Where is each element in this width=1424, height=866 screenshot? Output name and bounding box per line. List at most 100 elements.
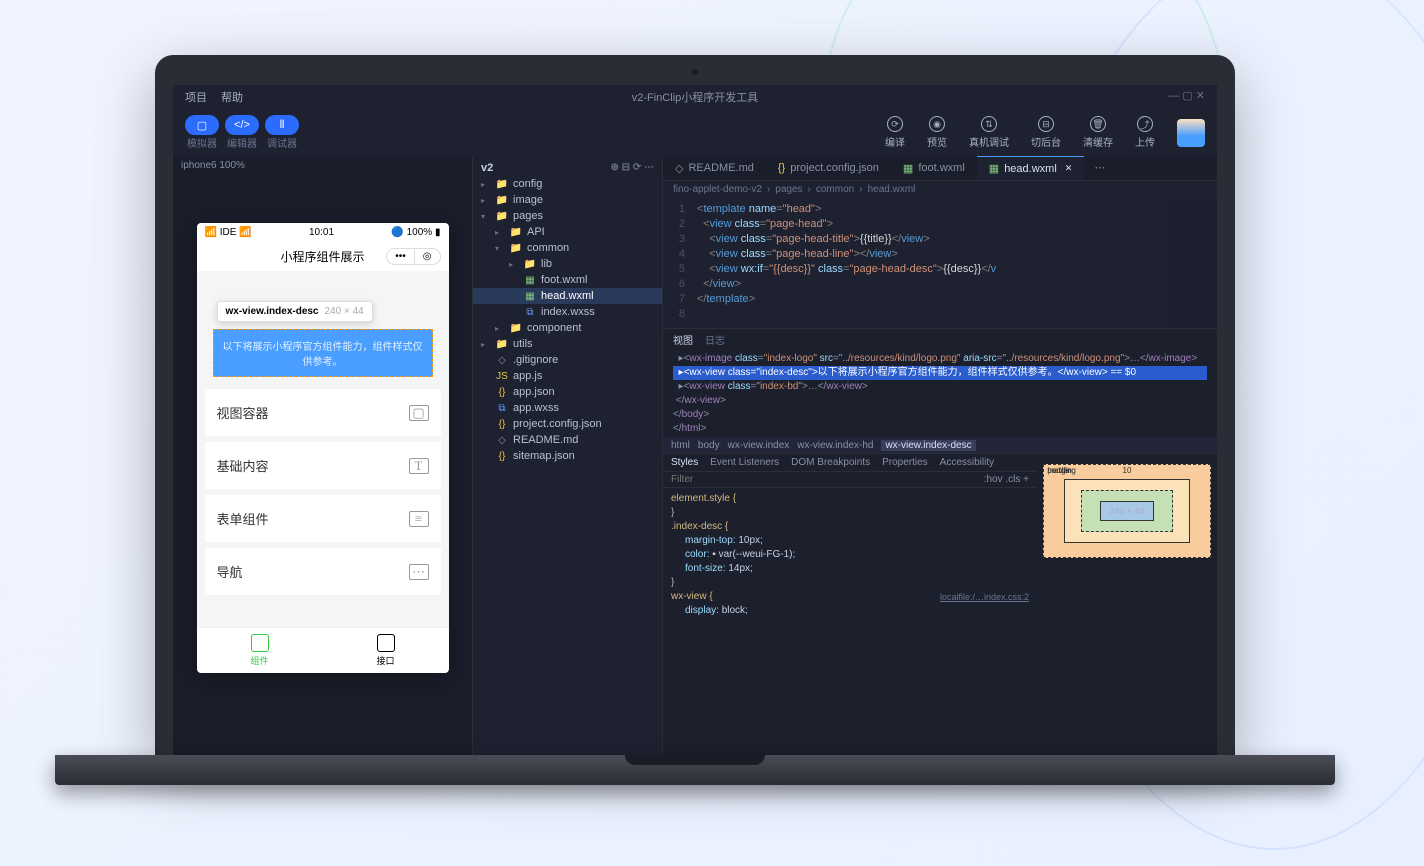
file-icon: 📁	[495, 179, 509, 190]
mode-label: 模拟器	[187, 135, 217, 150]
inspector-tooltip: wx-view.index-desc240 × 44	[217, 301, 373, 322]
dom-breadcrumb[interactable]: html body wx-view.index wx-view.index-hd wx-…	[663, 438, 1217, 453]
file-item-foot.wxml[interactable]: ▦foot.wxml	[473, 272, 662, 288]
file-item-pages[interactable]: ▾📁pages	[473, 208, 662, 224]
highlighted-element: 以下将展示小程序官方组件能力，组件样式仅供参考。	[213, 329, 433, 377]
file-item-component[interactable]: ▸📁component	[473, 320, 662, 336]
close-icon[interactable]: ✕	[1065, 163, 1073, 174]
file-item-config[interactable]: ▸📁config	[473, 176, 662, 192]
styles-filter-toggles[interactable]: :hov .cls +	[984, 474, 1029, 485]
status-signal: 📶 IDE 📶	[205, 227, 252, 238]
action-icon: ⇅	[981, 116, 997, 132]
mode-debugger-button[interactable]: ⫴	[265, 115, 299, 135]
crumb[interactable]: head.wxml	[868, 184, 916, 195]
file-item-image[interactable]: ▸📁image	[473, 192, 662, 208]
component-card[interactable]: 视图容器▢	[205, 389, 441, 436]
menu-帮助[interactable]: 帮助	[221, 89, 243, 105]
editor-tab-project.config.json[interactable]: {}project.config.json	[766, 156, 891, 180]
minimap[interactable]	[1167, 198, 1217, 328]
mode-editor-button[interactable]: </>	[225, 115, 259, 135]
action-切后台[interactable]: ⊟切后台	[1031, 116, 1061, 149]
file-item-API[interactable]: ▸📁API	[473, 224, 662, 240]
dom-node[interactable]: </html>	[673, 422, 1207, 436]
styles-filter-input[interactable]	[671, 474, 984, 485]
dom-view[interactable]: ▸<wx-image class="index-logo" src="../re…	[663, 350, 1217, 438]
action-icon: ⊟	[1038, 116, 1054, 132]
breadcrumb[interactable]: fino-applet-demo-v2›pages›common›head.wx…	[663, 181, 1217, 198]
action-icon: 🗑	[1090, 116, 1106, 132]
action-icon: ◉	[929, 116, 945, 132]
file-item-sitemap.json[interactable]: {}sitemap.json	[473, 448, 662, 464]
component-card[interactable]: 导航⋯	[205, 548, 441, 595]
crumb[interactable]: fino-applet-demo-v2	[673, 184, 762, 195]
file-item-app.json[interactable]: {}app.json	[473, 384, 662, 400]
capsule-buttons[interactable]: •••◎	[386, 248, 440, 265]
window-controls[interactable]: — ▢ ✕	[1168, 89, 1205, 105]
component-card[interactable]: 表单组件≡	[205, 495, 441, 542]
editor-tab-README.md[interactable]: ◇README.md	[663, 156, 766, 180]
crumb[interactable]: pages	[775, 184, 802, 195]
file-item-index.wxss[interactable]: ⧉index.wxss	[473, 304, 662, 320]
action-清缓存[interactable]: 🗑清缓存	[1083, 116, 1113, 149]
dom-node[interactable]: ▸<wx-view class="index-desc">以下将展示小程序官方组…	[673, 366, 1207, 380]
dom-node[interactable]: ▸<wx-image class="index-logo" src="../re…	[673, 352, 1207, 366]
dom-crumb-item[interactable]: wx-view.index	[728, 440, 790, 451]
devtools: 视图日志 ▸<wx-image class="index-logo" src="…	[663, 328, 1217, 755]
css-rules[interactable]: element.style {}.index-desc {</span>marg…	[663, 488, 1037, 622]
devtools-tab-视图[interactable]: 视图	[673, 332, 693, 347]
editor-tab-foot.wxml[interactable]: ▦foot.wxml	[891, 156, 977, 180]
phone-tab-接口[interactable]: 接口	[323, 628, 449, 673]
styles-tab-Styles[interactable]: Styles	[671, 457, 698, 468]
avatar[interactable]	[1177, 119, 1205, 147]
code-editor[interactable]: 1<template name="head">2 <view class="pa…	[663, 198, 1217, 328]
devtools-tab-日志[interactable]: 日志	[705, 332, 725, 347]
menu-项目[interactable]: 项目	[185, 89, 207, 105]
file-icon: ⧉	[523, 307, 537, 318]
window-title: v2-FinClip小程序开发工具	[632, 89, 759, 105]
tabs-more[interactable]: ⋯	[1084, 156, 1115, 180]
file-icon: 📁	[495, 211, 509, 222]
phone-tab-组件[interactable]: 组件	[197, 628, 323, 673]
editor-tab-head.wxml[interactable]: ▦head.wxml✕	[977, 156, 1085, 180]
file-item-utils[interactable]: ▸📁utils	[473, 336, 662, 352]
file-item-app.wxss[interactable]: ⧉app.wxss	[473, 400, 662, 416]
file-icon: {}	[495, 451, 509, 462]
file-icon: 📁	[509, 227, 523, 238]
dom-crumb-item[interactable]: wx-view.index-hd	[797, 440, 873, 451]
file-item-.gitignore[interactable]: ◇.gitignore	[473, 352, 662, 368]
mode-label: 调试器	[267, 135, 297, 150]
dom-node[interactable]: </wx-view>	[673, 394, 1207, 408]
box-model: margin 10 border padding 240 × 44	[1037, 454, 1217, 755]
file-icon: ⧉	[495, 403, 509, 414]
file-tree-actions[interactable]: ⊕ ⊟ ⟳ ⋯	[611, 162, 654, 174]
dom-node[interactable]: </body>	[673, 408, 1207, 422]
file-icon: ▦	[523, 275, 537, 286]
action-上传[interactable]: ⤴上传	[1135, 116, 1155, 149]
file-item-app.js[interactable]: JSapp.js	[473, 368, 662, 384]
file-item-project.config.json[interactable]: {}project.config.json	[473, 416, 662, 432]
status-battery: 🔵 100% ▮	[391, 227, 440, 238]
dom-crumb-item[interactable]: body	[698, 440, 720, 451]
phone-title: 小程序组件展示	[280, 248, 364, 265]
file-item-head.wxml[interactable]: ▦head.wxml	[473, 288, 662, 304]
action-编译[interactable]: ⟳编译	[885, 116, 905, 149]
styles-tab-Accessibility[interactable]: Accessibility	[940, 457, 994, 468]
crumb[interactable]: common	[816, 184, 854, 195]
file-icon: 📁	[495, 195, 509, 206]
action-真机调试[interactable]: ⇅真机调试	[969, 116, 1009, 149]
dom-node[interactable]: ▸<wx-view class="index-bd">…</wx-view>	[673, 380, 1207, 394]
styles-tab-Properties[interactable]: Properties	[882, 457, 928, 468]
file-item-lib[interactable]: ▸📁lib	[473, 256, 662, 272]
file-item-common[interactable]: ▾📁common	[473, 240, 662, 256]
status-time: 10:01	[309, 227, 334, 238]
component-card[interactable]: 基础内容T	[205, 442, 441, 489]
dom-crumb-item[interactable]: html	[671, 440, 690, 451]
action-预览[interactable]: ◉预览	[927, 116, 947, 149]
styles-tab-DOM Breakpoints[interactable]: DOM Breakpoints	[791, 457, 870, 468]
action-icon: ⟳	[887, 116, 903, 132]
file-explorer: v2 ⊕ ⊟ ⟳ ⋯ ▸📁config▸📁image▾📁pages▸📁API▾📁…	[473, 156, 663, 755]
dom-crumb-item[interactable]: wx-view.index-desc	[881, 440, 975, 451]
file-item-README.md[interactable]: ◇README.md	[473, 432, 662, 448]
mode-simulator-button[interactable]: ▢	[185, 115, 219, 135]
styles-tab-Event Listeners[interactable]: Event Listeners	[710, 457, 779, 468]
